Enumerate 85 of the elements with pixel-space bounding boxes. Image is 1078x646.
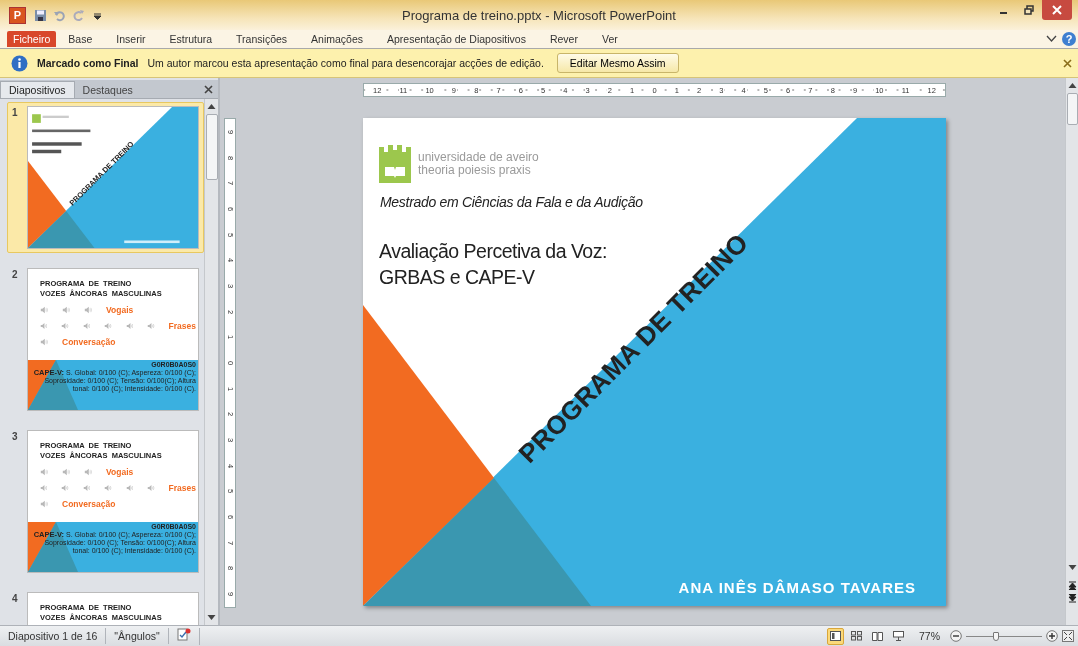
edit-anyway-button[interactable]: Editar Mesmo Assim xyxy=(556,53,679,73)
scroll-thumb[interactable] xyxy=(1066,93,1078,125)
ribbon-tab[interactable]: Ver xyxy=(589,30,630,47)
speaker-icon[interactable] xyxy=(147,484,155,492)
ribbon-tab[interactable]: Animações xyxy=(299,30,375,47)
slide-title: Avaliação Percetiva da Voz: xyxy=(379,239,607,264)
help-button[interactable]: ? xyxy=(1062,31,1076,46)
slide-number: 1 xyxy=(12,107,19,120)
slide-title: GRBAS e CAPE-V xyxy=(379,265,536,290)
speaker-icon[interactable] xyxy=(40,484,48,492)
speaker-icon[interactable] xyxy=(147,322,155,330)
audio-label: Vogais xyxy=(106,305,134,315)
slide-sorter-icon xyxy=(851,631,862,641)
scroll-down-icon xyxy=(207,614,216,621)
slide-count: Diapositivo 1 de 16 xyxy=(0,628,107,644)
program-subtitle: Mestrado em Ciências da Fala e da Audição xyxy=(380,194,643,210)
zoom-in-icon[interactable] xyxy=(1046,630,1058,642)
university-logo-icon xyxy=(377,143,413,185)
speaker-icon[interactable] xyxy=(104,322,112,330)
ribbon-tab[interactable]: Inserir xyxy=(104,30,158,47)
next-slide-icon[interactable] xyxy=(1067,594,1077,603)
zoom-level[interactable]: 77% xyxy=(919,630,940,642)
ribbon-tab[interactable]: Base xyxy=(56,30,105,47)
speaker-icon[interactable] xyxy=(82,322,91,330)
speaker-icon[interactable] xyxy=(40,338,48,346)
speaker-icon[interactable] xyxy=(40,306,48,314)
audio-label: Frases xyxy=(168,483,196,493)
audio-label: Vogais xyxy=(106,467,134,477)
scroll-up-icon xyxy=(207,103,216,110)
zoom-slider[interactable] xyxy=(993,631,1000,641)
scroll-thumb[interactable] xyxy=(205,114,218,180)
previous-slide-icon[interactable] xyxy=(1067,581,1077,590)
slide-number: 2 xyxy=(12,269,19,282)
scroll-up-icon xyxy=(1067,82,1077,89)
audio-label: Conversação xyxy=(62,337,116,347)
redo-icon[interactable] xyxy=(72,8,85,22)
ribbon-tab[interactable]: Estrutura xyxy=(157,30,225,47)
speaker-icon[interactable] xyxy=(62,306,70,314)
speaker-icon[interactable] xyxy=(61,322,69,330)
close-icon[interactable] xyxy=(1063,58,1072,68)
speaker-icon[interactable] xyxy=(61,484,69,492)
reading-view-icon xyxy=(872,631,883,641)
speaker-icon[interactable] xyxy=(40,322,48,330)
app-icon[interactable]: P xyxy=(9,6,26,24)
speaker-icon[interactable] xyxy=(84,306,92,314)
audio-label: Frases xyxy=(168,321,196,331)
slide-number: 3 xyxy=(12,431,19,444)
audio-label: Conversação xyxy=(62,499,116,509)
slide-number: 4 xyxy=(12,593,19,606)
theme-name: "Ângulos" xyxy=(106,628,169,644)
speaker-icon[interactable] xyxy=(84,468,92,476)
scrollbar[interactable] xyxy=(204,99,218,625)
ribbon-tab[interactable]: Transições xyxy=(224,30,300,47)
panel-tab[interactable]: Diapositivos xyxy=(0,81,75,98)
speaker-icon[interactable] xyxy=(62,468,70,476)
author-name: ANA INÊS DÂMASO TAVARES xyxy=(678,579,916,596)
scroll-down-icon xyxy=(1067,564,1077,571)
speaker-icon[interactable] xyxy=(125,322,134,330)
logo-motto: theoria poiesis praxis xyxy=(418,164,532,177)
speaker-icon[interactable] xyxy=(82,484,91,492)
message-text: Um autor marcou esta apresentação como final para desencorajar acções de edição. xyxy=(147,57,544,69)
speaker-icon[interactable] xyxy=(40,500,48,508)
view-button[interactable] xyxy=(827,627,844,645)
zoom-out-icon[interactable] xyxy=(950,630,962,642)
close-button[interactable] xyxy=(1042,0,1072,20)
minimize-ribbon-icon[interactable] xyxy=(1046,34,1057,43)
message-title: Marcado como Final xyxy=(37,57,139,69)
speaker-icon[interactable] xyxy=(104,484,112,492)
undo-icon[interactable] xyxy=(53,8,66,22)
restore-icon[interactable] xyxy=(1024,5,1034,15)
logo-name: universidade de aveiro xyxy=(418,151,539,164)
ribbon-tab[interactable]: Rever xyxy=(537,30,590,47)
window-title: Programa de treino.pptx - Microsoft PowerPoint xyxy=(402,8,676,23)
scrollbar[interactable] xyxy=(1065,78,1078,625)
file-tab[interactable]: Ficheiro xyxy=(7,30,57,47)
spell-check-icon[interactable] xyxy=(176,627,191,641)
speaker-icon[interactable] xyxy=(40,468,48,476)
slideshow-icon xyxy=(893,631,904,641)
normal-view-icon xyxy=(830,631,841,641)
speaker-icon[interactable] xyxy=(125,484,134,492)
info-icon xyxy=(11,54,28,72)
save-icon[interactable] xyxy=(34,8,47,22)
fit-to-window-icon[interactable] xyxy=(1062,630,1074,642)
ribbon-tab[interactable]: Apresentação de Diapositivos xyxy=(375,30,538,47)
close-icon[interactable] xyxy=(204,85,213,94)
